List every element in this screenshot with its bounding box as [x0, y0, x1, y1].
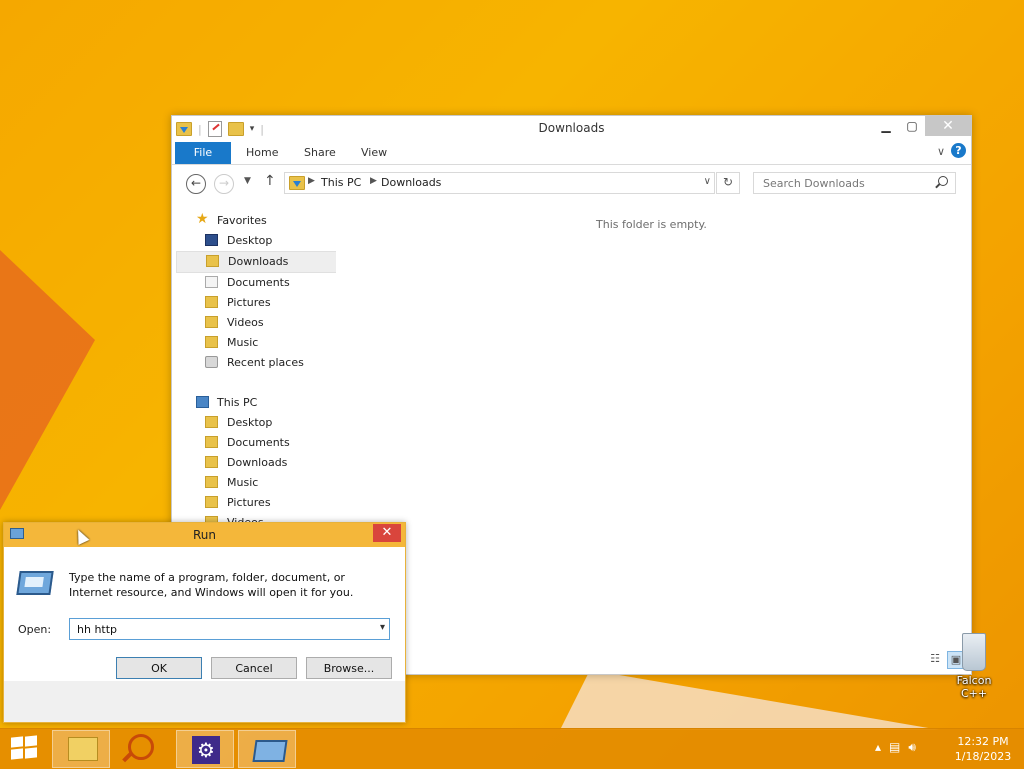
ribbon-tabs: File Home Share View ∨ ? [172, 142, 971, 165]
up-button[interactable]: ↑ [264, 173, 276, 189]
chevron-down-icon[interactable]: ▾ [380, 622, 385, 633]
desktop-icon-label: Falcon C++ [956, 674, 992, 700]
downloads-folder-icon [206, 255, 219, 267]
breadcrumb-this-pc[interactable]: This PC [321, 176, 361, 189]
pictures-folder-icon [205, 496, 218, 508]
run-icon [252, 740, 288, 762]
taskbar-clock[interactable]: 12:32 PM 1/18/2023 [948, 734, 1018, 764]
expand-ribbon-icon[interactable]: ∨ [937, 145, 945, 158]
back-button[interactable]: ← [186, 174, 206, 194]
run-description: Type the name of a program, folder, docu… [69, 571, 354, 599]
close-button[interactable]: ✕ [373, 524, 401, 542]
tab-home[interactable]: Home [246, 146, 278, 159]
address-dropdown-icon[interactable]: ∨ [704, 176, 711, 187]
clock-time: 12:32 PM [957, 735, 1009, 748]
search-box[interactable] [753, 172, 956, 194]
documents-icon [205, 276, 218, 288]
windows-logo-icon [11, 736, 23, 748]
browse-button[interactable]: Browse... [306, 657, 392, 679]
details-view-icon[interactable]: ☷ [927, 651, 943, 667]
explorer-titlebar[interactable]: | ▾ | Downloads ▁ ▢ ✕ [172, 116, 971, 142]
system-tray: ▴ ▤ 🔊︎ [875, 740, 916, 755]
nav-pc-downloads[interactable]: Downloads [176, 453, 336, 473]
videos-folder-icon [205, 316, 218, 328]
forward-button[interactable]: → [214, 174, 234, 194]
windows-logo-icon [25, 735, 37, 747]
breadcrumb-downloads[interactable]: Downloads [381, 176, 441, 189]
music-folder-icon [205, 476, 218, 488]
magnifier-icon [128, 734, 154, 760]
wallpaper-shard [560, 670, 940, 730]
nav-favorites-videos[interactable]: Videos [176, 313, 336, 333]
navigation-bar: ← → ▼ ↑ ▶ This PC ▶ Downloads ∨ ↻ [172, 165, 971, 201]
run-program-icon [16, 571, 54, 595]
recent-locations-dropdown[interactable]: ▼ [244, 176, 251, 186]
maximize-button[interactable]: ▢ [899, 116, 925, 136]
desktop-recycle-bin[interactable]: Falcon C++ [944, 633, 1004, 700]
nav-favorites-documents[interactable]: Documents [176, 273, 336, 293]
network-icon[interactable]: ▤ [889, 740, 900, 755]
taskbar-settings[interactable]: ⚙ [176, 730, 234, 768]
nav-pc-pictures[interactable]: Pictures [176, 493, 336, 513]
show-hidden-icons-icon[interactable]: ▴ [875, 740, 881, 755]
nav-favorites-recent-places[interactable]: Recent places [176, 353, 336, 373]
tab-view[interactable]: View [361, 146, 387, 159]
minimize-button[interactable]: ▁ [873, 116, 899, 136]
open-combobox[interactable]: ▾ [69, 618, 390, 640]
favorites-group: ★ Favorites Desktop Downloads Documents … [176, 211, 336, 373]
star-icon: ★ [196, 211, 209, 227]
run-dialog: Run ✕ Type the name of a program, folder… [3, 522, 406, 723]
close-button[interactable]: ✕ [925, 116, 971, 136]
run-titlebar[interactable]: Run ✕ [4, 523, 405, 547]
window-title: Downloads [538, 121, 605, 135]
downloads-folder-icon [289, 176, 305, 190]
nav-favorites-music[interactable]: Music [176, 333, 336, 353]
file-explorer-icon [68, 737, 98, 761]
nav-favorites[interactable]: ★ Favorites [176, 211, 336, 231]
search-icon[interactable] [938, 176, 948, 186]
music-folder-icon [205, 336, 218, 348]
ok-button[interactable]: OK [116, 657, 202, 679]
windows-logo-icon [11, 748, 23, 760]
search-input[interactable] [761, 173, 935, 193]
computer-icon [196, 396, 209, 408]
desktop-folder-icon [205, 416, 218, 428]
dialog-title: Run [192, 528, 216, 542]
nav-pc-desktop[interactable]: Desktop [176, 413, 336, 433]
taskbar: ⚙ ▴ ▤ 🔊︎ 12:32 PM 1/18/2023 [0, 728, 1024, 769]
tab-share[interactable]: Share [304, 146, 336, 159]
tab-file[interactable]: File [175, 142, 231, 164]
downloads-folder-icon [205, 456, 218, 468]
help-icon[interactable]: ? [951, 143, 966, 158]
nav-pc-documents[interactable]: Documents [176, 433, 336, 453]
address-bar[interactable]: ▶ This PC ▶ Downloads ∨ [284, 172, 715, 194]
clock-date: 1/18/2023 [954, 750, 1012, 763]
cancel-button[interactable]: Cancel [211, 657, 297, 679]
gear-icon: ⚙ [192, 736, 220, 764]
volume-icon[interactable]: 🔊︎ [908, 740, 916, 755]
nav-this-pc[interactable]: This PC [176, 393, 336, 413]
desktop-icon [205, 234, 218, 246]
open-label: Open: [18, 623, 52, 636]
documents-folder-icon [205, 436, 218, 448]
nav-pc-music[interactable]: Music [176, 473, 336, 493]
recent-places-icon [205, 356, 218, 368]
nav-favorites-desktop[interactable]: Desktop [176, 231, 336, 251]
this-pc-group: This PC Desktop Documents Downloads Musi… [176, 393, 336, 533]
breadcrumb-separator[interactable]: ▶ [370, 176, 377, 186]
open-input[interactable] [75, 619, 369, 639]
empty-folder-message: This folder is empty. [596, 218, 707, 231]
start-button[interactable] [11, 735, 39, 761]
nav-favorites-downloads[interactable]: Downloads [176, 251, 336, 273]
wallpaper-shard [0, 250, 95, 510]
nav-favorites-pictures[interactable]: Pictures [176, 293, 336, 313]
taskbar-search[interactable] [114, 730, 172, 768]
breadcrumb-separator[interactable]: ▶ [308, 176, 315, 186]
refresh-button[interactable]: ↻ [716, 172, 740, 194]
windows-logo-icon [25, 747, 37, 759]
taskbar-file-explorer[interactable] [52, 730, 110, 768]
pictures-folder-icon [205, 296, 218, 308]
taskbar-run[interactable] [238, 730, 296, 768]
recycle-bin-icon [962, 633, 986, 671]
